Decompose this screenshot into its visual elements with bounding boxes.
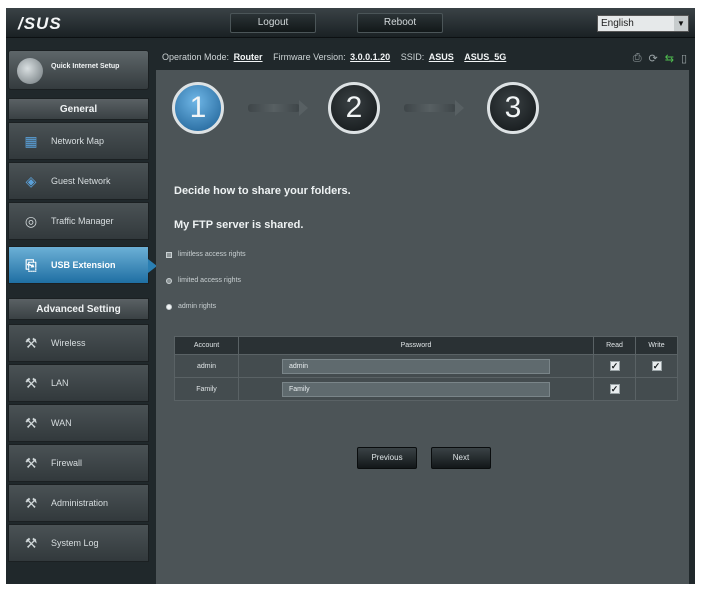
- ssid-link-24g[interactable]: ASUS: [429, 52, 454, 62]
- option-label: limited access rights: [178, 277, 242, 284]
- sidebar-item-firewall[interactable]: ⚒ Firewall: [8, 444, 149, 482]
- reboot-button[interactable]: Reboot: [357, 13, 443, 33]
- main-panel: 1 2 3 Decide how to share your folders. …: [156, 70, 689, 584]
- wizard-step-2: 2: [328, 82, 380, 134]
- sidebar-item-traffic-manager[interactable]: ◎ Traffic Manager: [8, 202, 149, 240]
- option-label: limitless access rights: [178, 251, 246, 258]
- table-header-row: Account Password Read Write: [174, 336, 678, 355]
- wrench-icon: ⚒: [24, 455, 38, 471]
- accounts-table: Account Password Read Write admin admin …: [174, 336, 678, 401]
- quick-internet-setup-button[interactable]: Quick Internet Setup: [8, 50, 149, 90]
- step-arrow-icon: [248, 100, 308, 116]
- account-name: Family: [174, 377, 239, 401]
- sidebar-item-administration[interactable]: ⚒ Administration: [8, 484, 149, 522]
- table-row: admin admin ✓ ✓: [174, 354, 678, 378]
- status-info-bar: Operation Mode: Router Firmware Version:…: [156, 46, 695, 68]
- sidebar-item-label: USB Extension: [51, 260, 116, 270]
- sidebar-item-wireless[interactable]: ⚒ Wireless: [8, 324, 149, 362]
- sidebar-item-label: LAN: [51, 378, 69, 388]
- sidebar-item-label: Guest Network: [51, 176, 111, 186]
- wizard-step-1: 1: [172, 82, 224, 134]
- qis-label: Quick Internet Setup: [51, 63, 120, 70]
- firmware-label: Firmware Version:: [273, 52, 346, 62]
- password-cell: admin: [238, 354, 594, 378]
- password-field[interactable]: Family: [282, 381, 550, 397]
- step-arrow-icon: [404, 100, 464, 116]
- sidebar-item-lan[interactable]: ⚒ LAN: [8, 364, 149, 402]
- option-limited-access[interactable]: limited access rights: [166, 277, 241, 284]
- sidebar-item-label: Wireless: [51, 338, 86, 348]
- read-checkbox[interactable]: ✓: [609, 384, 620, 394]
- general-section-header: General: [8, 98, 149, 120]
- operation-mode-link[interactable]: Router: [234, 52, 263, 62]
- top-bar: /SUS Logout Reboot English ▼: [6, 8, 695, 38]
- language-value: English: [601, 18, 634, 29]
- password-field[interactable]: admin: [282, 358, 550, 374]
- sidebar-item-guest-network[interactable]: ◈ Guest Network: [8, 162, 149, 200]
- wrench-icon: ⚒: [24, 415, 38, 431]
- guest-network-icon: ◈: [25, 173, 37, 189]
- sidebar-item-label: System Log: [51, 538, 99, 548]
- wizard-subheading: My FTP server is shared.: [174, 219, 304, 231]
- logout-button[interactable]: Logout: [230, 13, 316, 33]
- ssid-link-5g[interactable]: ASUS_5G: [464, 52, 506, 62]
- traffic-manager-icon: ◎: [24, 213, 38, 229]
- router-admin-window: /SUS Logout Reboot English ▼ Operation M…: [6, 8, 695, 584]
- internet-status-icon[interactable]: ▯: [681, 52, 687, 65]
- printer-icon[interactable]: ⎙: [633, 52, 642, 65]
- usb-status-icon[interactable]: ⟳: [649, 52, 658, 65]
- read-cell: ✓: [593, 377, 636, 401]
- network-status-icon[interactable]: ⇆: [665, 52, 674, 65]
- next-button[interactable]: Next: [431, 447, 491, 469]
- operation-mode-label: Operation Mode:: [162, 52, 230, 62]
- account-name: admin: [174, 354, 239, 378]
- chevron-down-icon: ▼: [674, 16, 688, 31]
- password-cell: Family: [238, 377, 594, 401]
- sidebar-item-system-log[interactable]: ⚒ System Log: [8, 524, 149, 562]
- sidebar: Quick Internet Setup General ▦ Network M…: [6, 46, 157, 566]
- radio-button[interactable]: [166, 277, 172, 284]
- wizard-icon: [17, 58, 43, 84]
- language-select[interactable]: English ▼: [597, 15, 689, 32]
- write-checkbox[interactable]: ✓: [651, 361, 662, 371]
- sidebar-item-label: Network Map: [51, 136, 105, 146]
- advanced-section-header: Advanced Setting: [8, 298, 149, 320]
- network-map-icon: ▦: [24, 133, 38, 149]
- table-row: Family Family ✓: [174, 377, 678, 401]
- sidebar-item-usb-extension[interactable]: ⎘ USB Extension: [8, 246, 157, 284]
- wizard-step-3: 3: [487, 82, 539, 134]
- option-admin-rights[interactable]: admin rights: [166, 303, 216, 310]
- sidebar-item-network-map[interactable]: ▦ Network Map: [8, 122, 149, 160]
- column-header: Account: [174, 336, 239, 355]
- option-limitless-access[interactable]: limitless access rights: [166, 251, 246, 258]
- wizard-heading: Decide how to share your folders.: [174, 185, 351, 197]
- radio-button[interactable]: [166, 303, 172, 310]
- sidebar-item-label: Traffic Manager: [51, 216, 114, 226]
- column-header: Read: [593, 336, 636, 355]
- sidebar-item-label: WAN: [51, 418, 72, 428]
- status-icons: ⎙ ⟳ ⇆ ▯: [633, 52, 687, 65]
- sidebar-item-wan[interactable]: ⚒ WAN: [8, 404, 149, 442]
- asus-logo: /SUS: [18, 14, 62, 33]
- firmware-link[interactable]: 3.0.0.1.20: [350, 52, 390, 62]
- write-cell: [635, 377, 678, 401]
- column-header: Write: [635, 336, 678, 355]
- sidebar-item-label: Firewall: [51, 458, 83, 468]
- column-header: Password: [238, 336, 594, 355]
- usb-extension-icon: ⎘: [25, 257, 37, 273]
- radio-button[interactable]: [166, 251, 172, 258]
- sidebar-item-label: Administration: [51, 498, 109, 508]
- wrench-icon: ⚒: [24, 535, 38, 551]
- wrench-icon: ⚒: [24, 375, 38, 391]
- wrench-icon: ⚒: [24, 495, 38, 511]
- wrench-icon: ⚒: [24, 335, 38, 351]
- previous-button[interactable]: Previous: [357, 447, 417, 469]
- ssid-label: SSID:: [400, 52, 425, 62]
- option-label: admin rights: [178, 303, 217, 310]
- read-checkbox[interactable]: ✓: [609, 361, 620, 371]
- read-cell: ✓: [593, 354, 636, 378]
- write-cell: ✓: [635, 354, 678, 378]
